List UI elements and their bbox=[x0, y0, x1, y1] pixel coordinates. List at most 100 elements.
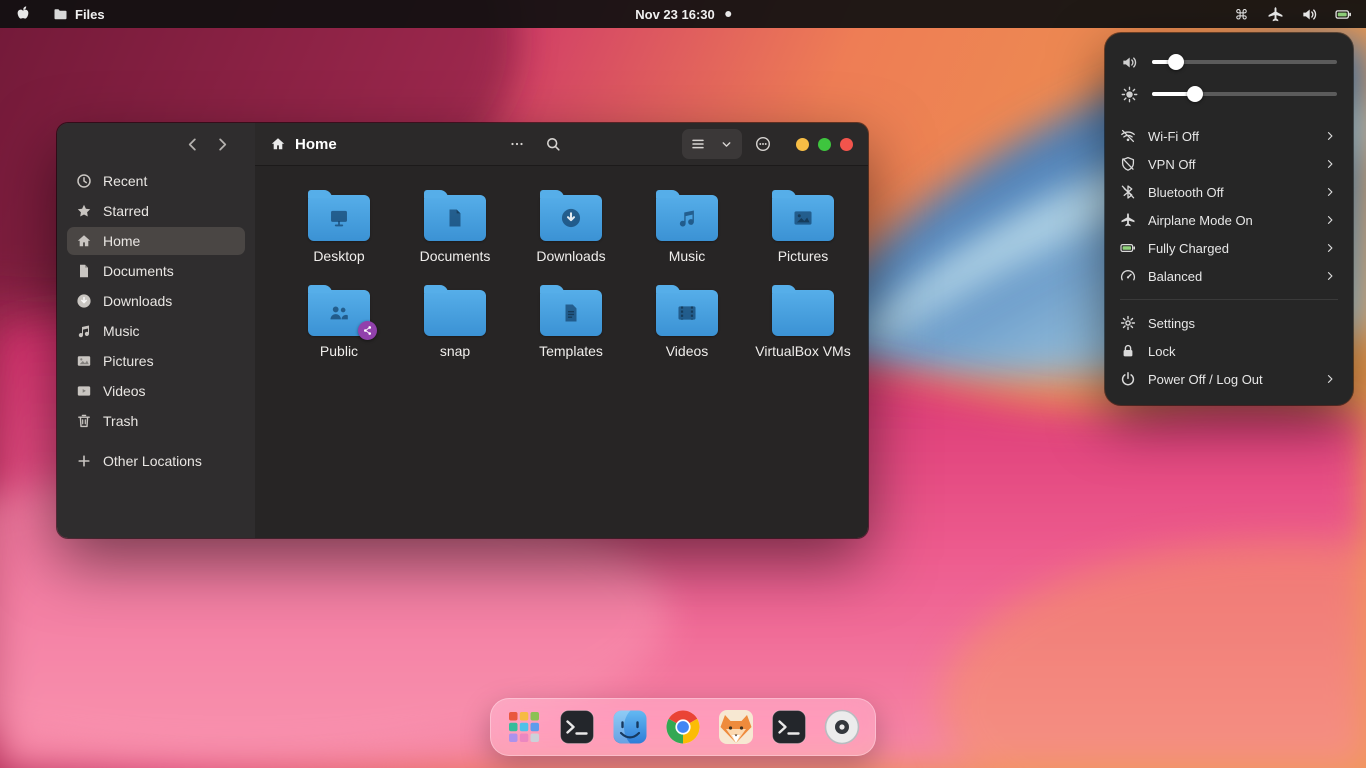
dock-item-chrome[interactable] bbox=[662, 706, 704, 748]
folder-name: Downloads bbox=[536, 248, 605, 265]
chevron-down-icon bbox=[720, 138, 733, 151]
sidebar-item-starred[interactable]: Starred bbox=[67, 197, 245, 225]
video-icon bbox=[76, 383, 92, 399]
sidebar-item-downloads[interactable]: Downloads bbox=[67, 287, 245, 315]
maximize-button[interactable] bbox=[818, 138, 831, 151]
chevron-right-icon bbox=[1322, 128, 1338, 144]
dock-item-utility[interactable] bbox=[821, 706, 863, 748]
divider bbox=[1120, 299, 1338, 300]
folder-item-videos[interactable]: Videos bbox=[629, 281, 745, 360]
view-options-button[interactable] bbox=[712, 129, 740, 159]
path-options-button[interactable] bbox=[502, 129, 532, 159]
sidebar-item-music[interactable]: Music bbox=[67, 317, 245, 345]
qs-item-airplane-mode[interactable]: Airplane Mode On bbox=[1105, 206, 1353, 234]
chrome-icon bbox=[663, 707, 703, 747]
clock-button[interactable]: Nov 23 16:30 bbox=[635, 0, 731, 28]
vpn-off-icon bbox=[1120, 156, 1136, 172]
sidebar-item-label: Trash bbox=[103, 413, 138, 429]
menu-icon bbox=[755, 136, 771, 152]
folder-name: Pictures bbox=[778, 248, 829, 265]
dock-item-files[interactable] bbox=[609, 706, 651, 748]
forward-button[interactable] bbox=[214, 136, 231, 153]
app-grid-icon bbox=[504, 707, 544, 747]
home-icon bbox=[76, 233, 92, 249]
folder-item-snap[interactable]: snap bbox=[397, 281, 513, 360]
film-icon bbox=[656, 290, 718, 336]
qs-item-settings[interactable]: Settings bbox=[1105, 309, 1353, 337]
folder-item-documents[interactable]: Documents bbox=[397, 186, 513, 265]
qs-item-power-profile[interactable]: Balanced bbox=[1105, 262, 1353, 290]
qs-slider-volume bbox=[1105, 46, 1353, 78]
sidebar-list: Recent Starred Home Documents bbox=[57, 165, 255, 435]
qs-item-wifi[interactable]: Wi-Fi Off bbox=[1105, 122, 1353, 150]
files-sidebar: Recent Starred Home Documents bbox=[57, 123, 255, 538]
sidebar-item-label: Music bbox=[103, 323, 140, 339]
sidebar-item-videos[interactable]: Videos bbox=[67, 377, 245, 405]
close-button[interactable] bbox=[840, 138, 853, 151]
folder-item-downloads[interactable]: Downloads bbox=[513, 186, 629, 265]
download-icon bbox=[540, 195, 602, 241]
qs-item-label: Lock bbox=[1148, 344, 1338, 359]
dock-item-launcher[interactable] bbox=[503, 706, 545, 748]
sidebar-item-recent[interactable]: Recent bbox=[67, 167, 245, 195]
list-view-button[interactable] bbox=[684, 129, 712, 159]
qs-item-lock[interactable]: Lock bbox=[1105, 337, 1353, 365]
folder-name: Videos bbox=[666, 343, 709, 360]
location-title[interactable]: Home bbox=[270, 136, 337, 153]
qs-item-label: Power Off / Log Out bbox=[1148, 372, 1310, 387]
qs-item-power[interactable]: Power Off / Log Out bbox=[1105, 365, 1353, 393]
folder-name: Documents bbox=[420, 248, 491, 265]
slider-knob[interactable] bbox=[1187, 86, 1203, 102]
folder-icon bbox=[540, 290, 602, 336]
back-button[interactable] bbox=[184, 136, 201, 153]
folder-item-templates[interactable]: Templates bbox=[513, 281, 629, 360]
slider-knob[interactable] bbox=[1168, 54, 1184, 70]
sidebar-item-label: Home bbox=[103, 233, 140, 249]
folder-item-desktop[interactable]: Desktop bbox=[281, 186, 397, 265]
sidebar-item-label: Downloads bbox=[103, 293, 172, 309]
slider[interactable] bbox=[1152, 85, 1337, 103]
folder-name: Public bbox=[320, 343, 358, 360]
sidebar-item-trash[interactable]: Trash bbox=[67, 407, 245, 435]
sidebar-item-home[interactable]: Home bbox=[67, 227, 245, 255]
sidebar-item-other-locations[interactable]: Other Locations bbox=[67, 447, 245, 475]
sidebar-item-pictures[interactable]: Pictures bbox=[67, 347, 245, 375]
other-locations-label: Other Locations bbox=[103, 453, 202, 469]
qs-item-bluetooth[interactable]: Bluetooth Off bbox=[1105, 178, 1353, 206]
terminal-icon bbox=[769, 707, 809, 747]
search-button[interactable] bbox=[538, 129, 568, 159]
qs-item-vpn[interactable]: VPN Off bbox=[1105, 150, 1353, 178]
folder-grid: Desktop Documents bbox=[255, 166, 868, 360]
minimize-button[interactable] bbox=[796, 138, 809, 151]
folder-icon bbox=[424, 195, 486, 241]
folder-icon bbox=[772, 195, 834, 241]
command-icon: ⌘ bbox=[1233, 6, 1250, 23]
files-main: Home bbox=[255, 123, 868, 538]
search-icon bbox=[545, 136, 561, 152]
folder-item-pictures[interactable]: Pictures bbox=[745, 186, 861, 265]
dock-item-terminal-2[interactable] bbox=[768, 706, 810, 748]
folder-item-virtualbox-vms[interactable]: VirtualBox VMs bbox=[745, 281, 861, 360]
folder-item-music[interactable]: Music bbox=[629, 186, 745, 265]
slider[interactable] bbox=[1152, 53, 1337, 71]
folder-icon bbox=[308, 290, 370, 336]
qs-item-battery[interactable]: Fully Charged bbox=[1105, 234, 1353, 262]
folder-item-public[interactable]: Public bbox=[281, 281, 397, 360]
clock-label: Nov 23 16:30 bbox=[635, 7, 715, 22]
nav-buttons bbox=[57, 123, 255, 165]
apple-menu-button[interactable] bbox=[15, 6, 31, 22]
dock-item-terminal[interactable] bbox=[556, 706, 598, 748]
menu-button[interactable] bbox=[748, 129, 778, 159]
headerbar: Home bbox=[255, 123, 868, 166]
sidebar-item-label: Documents bbox=[103, 263, 174, 279]
app-menu-button[interactable]: Files bbox=[53, 7, 105, 22]
plus-icon bbox=[76, 453, 92, 469]
sidebar-item-documents[interactable]: Documents bbox=[67, 257, 245, 285]
lock-icon bbox=[1120, 343, 1136, 359]
chevron-right-icon bbox=[1322, 371, 1338, 387]
settings-icon bbox=[1120, 315, 1136, 331]
dock-item-fox[interactable] bbox=[715, 706, 757, 748]
apple-icon bbox=[15, 6, 31, 22]
status-area[interactable]: ⌘ bbox=[1233, 0, 1366, 28]
fox-icon bbox=[716, 707, 756, 747]
